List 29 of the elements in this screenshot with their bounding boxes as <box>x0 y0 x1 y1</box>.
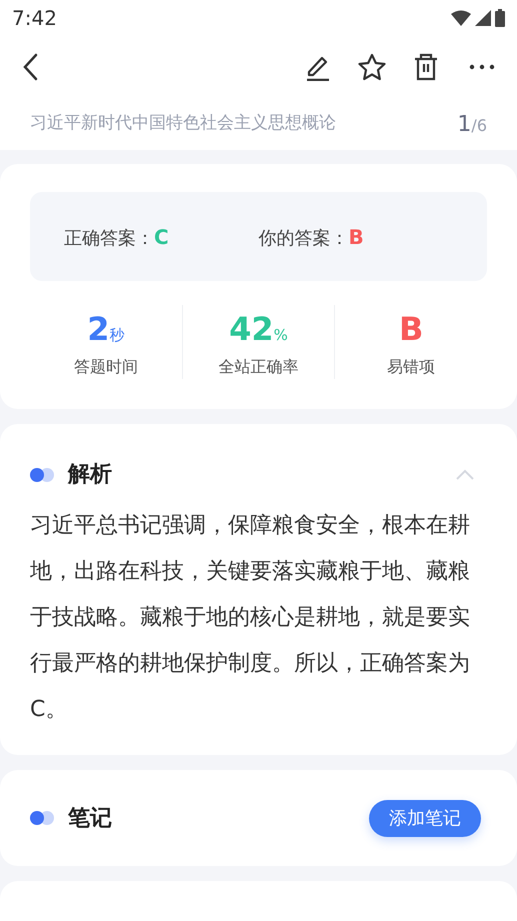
answer-label: 你的答案： <box>258 226 348 250</box>
battery-icon <box>495 9 505 27</box>
section-dots-icon <box>30 811 54 825</box>
analysis-text: 习近平总书记强调，保障粮食安全，根本在耕地，出路在科技，关键要落实藏粮于地、藏粮于技战略。藏粮于地的核心是耕地，就是要实行最严格的耕地保护制度。所以，正确答案为C。 <box>30 512 471 724</box>
add-note-button[interactable]: 添加笔记 <box>369 800 481 836</box>
question-total: /6 <box>471 114 487 136</box>
more-icon[interactable] <box>469 64 495 70</box>
trash-icon[interactable] <box>413 53 439 81</box>
subject-title: 习近平新时代中国特色社会主义思想概论 <box>30 112 336 136</box>
stat-label: 答题时间 <box>74 356 138 378</box>
wifi-icon <box>451 10 471 26</box>
stat-unit: % <box>274 325 288 346</box>
signal-icon <box>475 10 491 26</box>
answer-label: 正确答案： <box>64 226 154 250</box>
answer-value: C <box>154 224 169 250</box>
section-title: 笔记 <box>68 804 112 832</box>
stat-value: 42 <box>229 309 274 350</box>
section-dots-icon <box>30 468 54 482</box>
stat-label: 易错项 <box>387 356 436 378</box>
section-title: 解析 <box>68 461 112 489</box>
status-time: 7:42 <box>12 5 57 32</box>
stat-value: B <box>398 309 424 350</box>
stat-unit: 秒 <box>109 325 124 346</box>
star-icon[interactable] <box>357 53 387 81</box>
answer-value: B <box>348 224 364 250</box>
stat-value: 2 <box>87 309 110 350</box>
question-index: 1 <box>457 110 472 138</box>
stat-label: 全站正确率 <box>218 356 298 378</box>
back-icon[interactable] <box>22 53 38 81</box>
